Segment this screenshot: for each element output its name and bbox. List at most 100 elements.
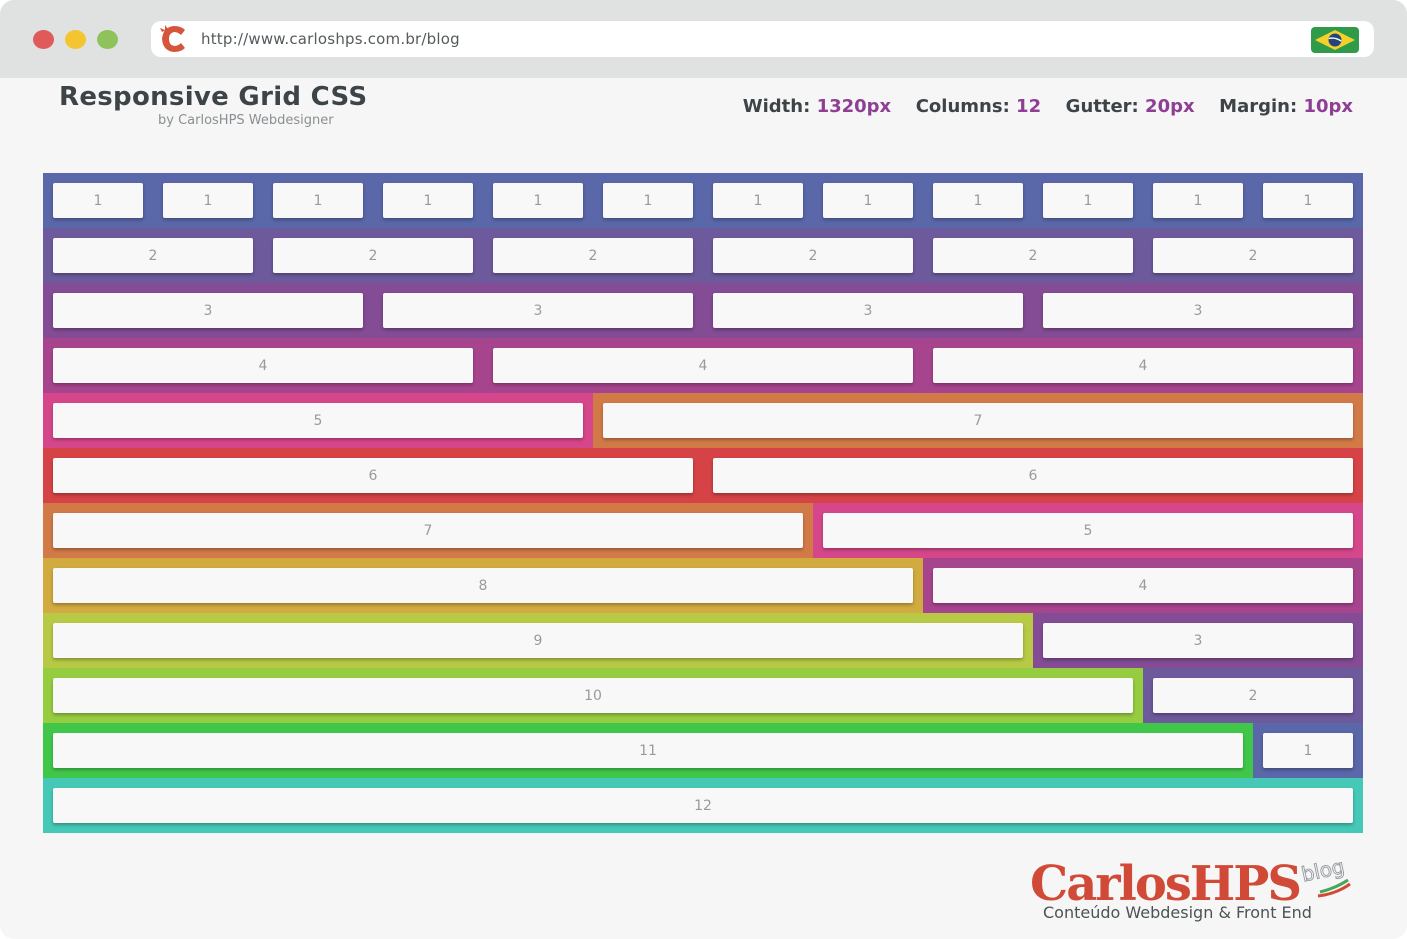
grid-column-band: 1 xyxy=(1033,173,1143,228)
grid-cell: 1 xyxy=(1263,733,1353,768)
spec-width-value: 1320px xyxy=(816,96,892,117)
grid-cell: 3 xyxy=(53,293,363,328)
spec-gutter-value: 20px xyxy=(1145,96,1195,117)
grid-cell: 4 xyxy=(53,348,473,383)
grid-cell: 9 xyxy=(53,623,1023,658)
grid-cell: 2 xyxy=(493,238,693,273)
grid-row: 111111111111 xyxy=(43,173,1363,228)
grid-column-band: 5 xyxy=(813,503,1363,558)
grid-column-band: 10 xyxy=(43,668,1143,723)
grid-column-band: 4 xyxy=(923,338,1363,393)
grid-column-band: 7 xyxy=(43,503,813,558)
grid-cell: 6 xyxy=(53,458,693,493)
grid-column-band: 7 xyxy=(593,393,1363,448)
grid-column-band: 2 xyxy=(703,228,923,283)
grid-column-band: 1 xyxy=(43,173,153,228)
grid-column-band: 1 xyxy=(373,173,483,228)
grid-column-band: 5 xyxy=(43,393,593,448)
maximize-window-icon[interactable] xyxy=(97,30,118,49)
grid-column-band: 1 xyxy=(593,173,703,228)
grid-column-band: 3 xyxy=(1033,283,1363,338)
spec-width-label: Width: xyxy=(742,96,811,117)
grid-cell: 2 xyxy=(1153,678,1353,713)
grid-cell: 3 xyxy=(1043,293,1353,328)
grid-column-band: 1 xyxy=(153,173,263,228)
page-title: Responsive Grid CSS xyxy=(59,82,368,112)
spec-columns-value: 12 xyxy=(1016,96,1042,117)
grid-cell: 2 xyxy=(1153,238,1353,273)
grid-cell: 11 xyxy=(53,733,1243,768)
grid-column-band: 2 xyxy=(43,228,263,283)
grid-row: 3333 xyxy=(43,283,1363,338)
grid-cell: 3 xyxy=(1043,623,1353,658)
grid-column-band: 9 xyxy=(43,613,1033,668)
grid-cell: 6 xyxy=(713,458,1353,493)
grid-column-band: 1 xyxy=(923,173,1033,228)
grid-column-band: 1 xyxy=(813,173,923,228)
grid-cell: 2 xyxy=(933,238,1133,273)
grid-cell: 1 xyxy=(1043,183,1133,218)
grid-column-band: 6 xyxy=(703,448,1363,503)
grid-row: 10 2 xyxy=(43,668,1363,723)
page-subtitle: by CarlosHPS Webdesigner xyxy=(158,113,334,128)
grid-row: 93 xyxy=(43,613,1363,668)
grid-column-band: 2 xyxy=(1143,668,1363,723)
grid-cell: 5 xyxy=(823,513,1353,548)
brand-tagline: Conteúdo Webdesign & Front End xyxy=(1043,903,1312,922)
grid-cell: 4 xyxy=(933,568,1353,603)
brand-logo-text: CarlosHPS xyxy=(1030,856,1300,908)
browser-toolbar: http://www.carloshps.com.br/blog xyxy=(0,0,1407,78)
grid-cell: 1 xyxy=(383,183,473,218)
spec-margin-value: 10px xyxy=(1303,96,1353,117)
brazil-flag-icon[interactable] xyxy=(1311,27,1359,57)
grid-cell: 7 xyxy=(53,513,803,548)
grid-cell: 3 xyxy=(383,293,693,328)
grid-column-band: 6 xyxy=(43,448,703,503)
grid-row: 12 xyxy=(43,778,1363,833)
grid-cell: 1 xyxy=(603,183,693,218)
grid-specs: Width: 1320px Columns: 12 Gutter: 20px M… xyxy=(743,96,1353,117)
grid-cell: 3 xyxy=(713,293,1023,328)
grid-column-band: 3 xyxy=(1033,613,1363,668)
grid-column-band: 2 xyxy=(923,228,1143,283)
grid-column-band: 2 xyxy=(263,228,483,283)
grid-cell: 1 xyxy=(273,183,363,218)
grid-cell: 1 xyxy=(1153,183,1243,218)
grid-cell: 1 xyxy=(823,183,913,218)
grid-column-band: 3 xyxy=(373,283,703,338)
brand-logo-suffix: blog xyxy=(1299,854,1346,886)
address-bar[interactable]: http://www.carloshps.com.br/blog xyxy=(151,21,1374,57)
grid-cell: 1 xyxy=(493,183,583,218)
grid-column-band: 1 xyxy=(483,173,593,228)
grid-cell: 1 xyxy=(933,183,1023,218)
site-favicon-icon xyxy=(159,24,191,58)
grid-row: 444 xyxy=(43,338,1363,393)
grid-cell: 1 xyxy=(53,183,143,218)
url-text[interactable]: http://www.carloshps.com.br/blog xyxy=(201,30,460,48)
grid-column-band: 4 xyxy=(43,338,483,393)
grid-cell: 8 xyxy=(53,568,913,603)
grid-column-band: 2 xyxy=(1143,228,1363,283)
minimize-window-icon[interactable] xyxy=(65,30,86,49)
grid-column-band: 3 xyxy=(43,283,373,338)
grid-cell: 2 xyxy=(713,238,913,273)
grid-demo: 1 1 1 1 1 1 1 1 1 1 1 1 2 2 2 2 2 2 3 3 3 3 4 4 4 5 7 6 6 7 5 8 4 9 3 10 2 11… xyxy=(43,173,1363,833)
grid-cell: 1 xyxy=(713,183,803,218)
close-window-icon[interactable] xyxy=(33,30,54,49)
grid-row: 11 1 xyxy=(43,723,1363,778)
grid-cell: 2 xyxy=(53,238,253,273)
grid-column-band: 1 xyxy=(1253,723,1363,778)
grid-cell: 5 xyxy=(53,403,583,438)
grid-column-band: 1 xyxy=(263,173,373,228)
grid-column-band: 8 xyxy=(43,558,923,613)
grid-column-band: 1 xyxy=(1143,173,1253,228)
spec-margin-label: Margin: xyxy=(1219,96,1298,117)
spec-columns-label: Columns: xyxy=(915,96,1010,117)
grid-cell: 1 xyxy=(1263,183,1353,218)
grid-column-band: 1 xyxy=(703,173,813,228)
grid-row: 222222 xyxy=(43,228,1363,283)
grid-cell: 4 xyxy=(933,348,1353,383)
grid-cell: 7 xyxy=(603,403,1353,438)
grid-column-band: 11 xyxy=(43,723,1253,778)
grid-column-band: 2 xyxy=(483,228,703,283)
